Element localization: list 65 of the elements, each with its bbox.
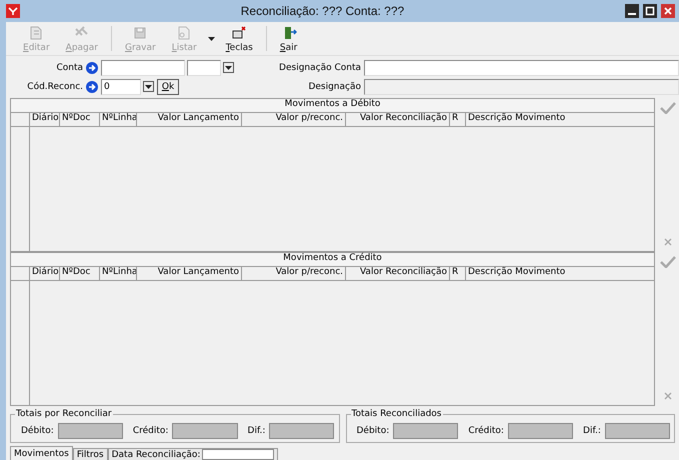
column-header[interactable]: Valor Lançamento [136, 113, 241, 126]
column-header[interactable]: R [449, 267, 465, 280]
reconciliation-code-field[interactable]: 0 [101, 78, 141, 94]
group-title: Totais Reconciliados [350, 409, 442, 419]
toolbar-button[interactable]: Sair [272, 24, 304, 53]
total-field[interactable] [58, 422, 123, 438]
document-icon [28, 24, 44, 40]
save-icon [132, 24, 148, 40]
date-field[interactable] [202, 449, 274, 460]
field-label: Cód.Reconc. [26, 82, 84, 92]
app-logo-icon [6, 4, 20, 18]
column-header[interactable]: Diário [29, 113, 59, 126]
minimize-icon[interactable] [625, 4, 639, 18]
column-header[interactable]: Diário [29, 267, 59, 280]
field-label: Crédito: [132, 426, 168, 436]
toolbar-button[interactable]: Teclas [218, 24, 260, 53]
column-header[interactable]: Valor Lançamento [136, 267, 241, 280]
tab[interactable]: Movimentos [10, 446, 73, 460]
maximize-icon[interactable] [643, 4, 657, 18]
field-label: Débito: [21, 426, 54, 436]
column-header[interactable]: Descrição Movimento [465, 267, 615, 280]
caret-icon [208, 36, 215, 40]
grid-title: Movimentos a Crédito [11, 253, 654, 267]
column-header[interactable]: Valor p/reconc. [241, 113, 345, 126]
total-field[interactable] [269, 422, 334, 438]
tab[interactable]: Filtros [72, 448, 108, 460]
field-label: Crédito: [468, 426, 504, 436]
caret-icon [225, 66, 232, 70]
column-header[interactable]: Valor Reconciliação [345, 113, 449, 126]
check-icon [660, 102, 676, 114]
group-title: Totais por Reconciliar [15, 409, 113, 419]
caret-icon [145, 84, 152, 88]
close-icon [664, 238, 672, 246]
close-icon [664, 392, 672, 400]
total-field[interactable] [604, 422, 670, 438]
description-field[interactable] [364, 78, 679, 94]
tab[interactable]: Data Reconciliação: [108, 448, 278, 460]
total-field[interactable] [393, 422, 458, 438]
ok-button[interactable]: Ok [157, 78, 179, 94]
account-name-field[interactable] [364, 60, 679, 76]
total-field[interactable] [508, 422, 574, 438]
total-field[interactable] [172, 422, 238, 438]
window-title: Reconciliação: ??? Conta: ??? [240, 4, 406, 18]
account-combo-field[interactable] [187, 60, 221, 76]
column-header[interactable]: R [449, 113, 465, 126]
column-header[interactable]: NºDoc [59, 267, 99, 280]
grid-title: Movimentos a Débito [11, 99, 654, 113]
arrow-icon[interactable] [86, 80, 98, 92]
document-icon [176, 24, 192, 40]
account-field[interactable] [101, 60, 185, 76]
column-header[interactable]: Descrição Movimento [465, 113, 615, 126]
field-label: Dif.: [583, 426, 601, 436]
field-label: Conta [55, 62, 84, 72]
column-header[interactable]: NºDoc [59, 113, 99, 126]
column-header[interactable]: Valor Reconciliação [345, 267, 449, 280]
dropdown-button[interactable] [143, 81, 154, 92]
column-header[interactable]: Valor p/reconc. [241, 267, 345, 280]
field-label: Designação [307, 82, 362, 92]
close-icon[interactable] [661, 4, 675, 18]
field-label: Designação Conta [278, 62, 362, 72]
field-label: Débito: [356, 426, 390, 436]
arrow-icon[interactable] [86, 62, 98, 74]
dropdown-button[interactable] [223, 62, 234, 73]
check-icon [660, 256, 676, 268]
field-label: Dif.: [248, 426, 266, 436]
